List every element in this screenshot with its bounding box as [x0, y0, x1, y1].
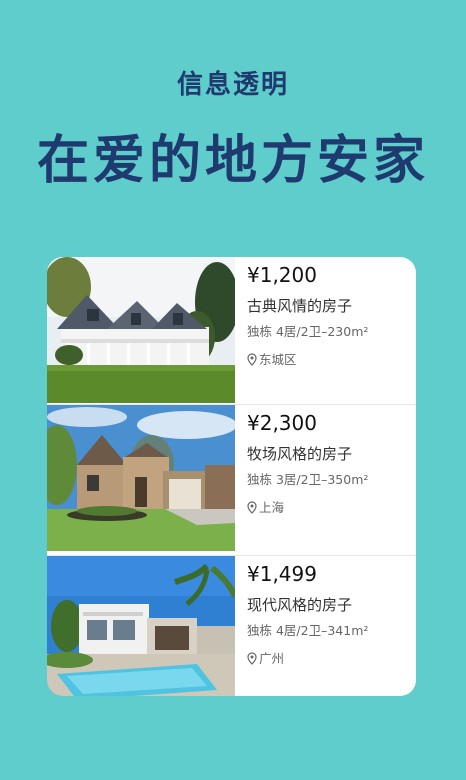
listing-price: ¥1,499: [247, 562, 317, 586]
location-label: 东城区: [259, 352, 297, 367]
location-pin-icon: [247, 652, 257, 665]
listing-spec: 独栋 4居/2卫–230m²: [247, 324, 369, 339]
listing-location: 广州: [247, 648, 284, 667]
location-pin-icon: [247, 501, 257, 514]
house-photo[interactable]: [47, 405, 235, 551]
location-pin-icon: [247, 353, 257, 366]
subtitle: 信息透明: [176, 70, 289, 100]
listing-name: 现代风格的房子: [247, 596, 353, 614]
listing-price: ¥2,300: [247, 411, 317, 435]
listing-spec: 独栋 4居/2卫–341m²: [247, 623, 369, 638]
listing-location: 东城区: [247, 349, 297, 368]
listing-card: ¥1,200 古典风情的房子 独栋 4居/2卫–230m² 东城区 ¥2,300…: [47, 257, 416, 696]
listing-name: 牧场风格的房子: [247, 445, 353, 463]
listing-item[interactable]: ¥2,300 牧场风格的房子 独栋 3居/2卫–350m² 上海: [47, 404, 416, 551]
listing-item[interactable]: ¥1,499 现代风格的房子 独栋 4居/2卫–341m² 广州: [47, 555, 416, 696]
house-photo[interactable]: [47, 556, 235, 696]
listing-location: 上海: [247, 497, 284, 516]
location-label: 上海: [259, 500, 285, 515]
location-label: 广州: [259, 651, 285, 666]
listing-spec: 独栋 3居/2卫–350m²: [247, 472, 369, 487]
listing-name: 古典风情的房子: [247, 297, 353, 315]
page-title: 在爱的地方安家: [36, 131, 429, 191]
listing-price: ¥1,200: [247, 263, 317, 287]
listing-item[interactable]: ¥1,200 古典风情的房子 独栋 4居/2卫–230m² 东城区: [47, 257, 416, 403]
house-photo[interactable]: [47, 257, 235, 403]
